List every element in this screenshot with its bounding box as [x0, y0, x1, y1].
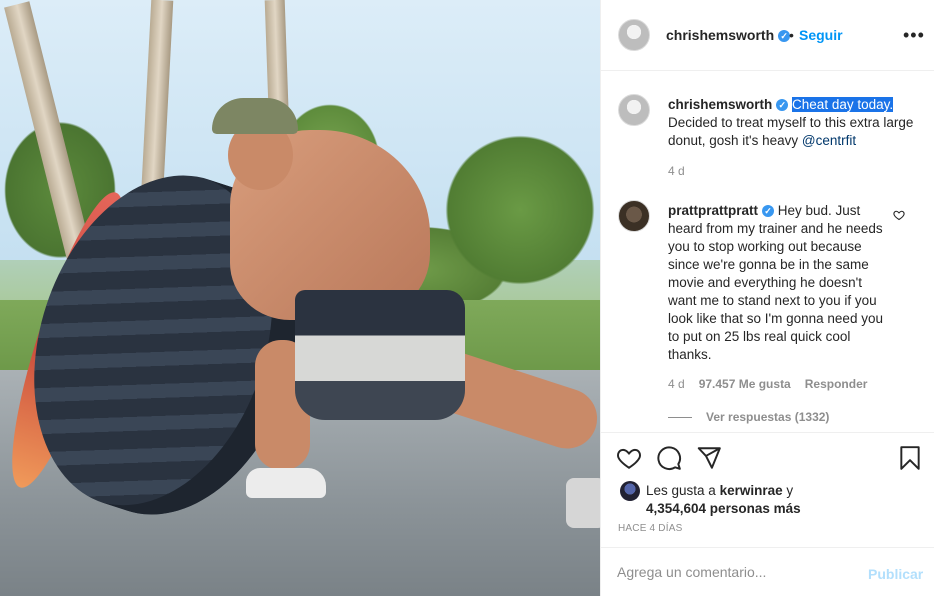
- reply-button[interactable]: Responder: [805, 377, 868, 391]
- comment-text: prattprattpratt ✓ Hey bud. Just heard fro…: [668, 202, 883, 364]
- follow-button[interactable]: Seguir: [799, 27, 843, 43]
- likes-others[interactable]: 4,354,604 personas más: [646, 501, 801, 516]
- author-username-link[interactable]: chrishemsworth ✓: [666, 27, 791, 43]
- caption-mention-link[interactable]: @centrfit: [802, 133, 856, 148]
- comment-meta: 4 d 97.457 Me gusta Responder: [668, 377, 881, 391]
- person-shoe: [566, 478, 600, 528]
- commenter-username[interactable]: prattprattpratt: [668, 203, 758, 218]
- caption-timestamp[interactable]: 4 d: [668, 164, 685, 178]
- verified-icon: ✓: [776, 99, 789, 112]
- post-actions: Les gusta a kerwinrae y 4,354,604 persona…: [601, 432, 934, 547]
- caption-text: chrishemsworth ✓ Cheat day today. Decided…: [668, 96, 918, 150]
- likes-text: Les gusta a kerwinrae y 4,354,604 persona…: [646, 482, 896, 518]
- share-icon[interactable]: [696, 445, 722, 471]
- verified-icon: ✓: [762, 205, 774, 218]
- caption-avatar[interactable]: [618, 94, 650, 126]
- post-panel: chrishemsworth ✓ • Seguir ••• chrishemswo…: [600, 0, 934, 596]
- heart-icon[interactable]: [616, 445, 642, 471]
- comment-timestamp[interactable]: 4 d: [668, 377, 685, 391]
- author-avatar[interactable]: [618, 19, 650, 51]
- post-photo[interactable]: [0, 0, 600, 596]
- post-comment-button[interactable]: Publicar: [868, 566, 923, 582]
- view-replies-label: Ver respuestas (1332): [706, 410, 830, 424]
- replies-line: [668, 417, 692, 419]
- commenter-avatar[interactable]: [618, 200, 650, 232]
- more-icon[interactable]: •••: [903, 25, 925, 46]
- person-shoe: [246, 468, 326, 498]
- author-username: chrishemsworth: [666, 27, 775, 43]
- add-comment-bar: Publicar: [601, 547, 934, 596]
- comment-body: Hey bud. Just heard from my trainer and …: [668, 203, 883, 362]
- likes-prefix: Les gusta a: [646, 483, 720, 498]
- separator-dot: •: [789, 27, 794, 43]
- likes-joiner: y: [782, 483, 794, 498]
- caption-body: Decided to treat myself to this extra la…: [668, 115, 914, 148]
- liker-avatar[interactable]: [620, 481, 640, 501]
- comment-input[interactable]: [617, 561, 847, 583]
- caption-username[interactable]: chrishemsworth: [668, 97, 772, 112]
- post-timestamp[interactable]: HACE 4 DÍAS: [618, 523, 682, 534]
- bookmark-icon[interactable]: [897, 445, 923, 471]
- liker-username[interactable]: kerwinrae: [720, 483, 783, 498]
- comment-icon[interactable]: [656, 445, 682, 471]
- caption-highlight: Cheat day today.: [792, 97, 894, 112]
- person-shorts: [295, 290, 465, 420]
- person-cap: [212, 98, 298, 134]
- view-replies-button[interactable]: Ver respuestas (1332): [668, 410, 829, 424]
- comment-heart-icon[interactable]: [893, 209, 905, 221]
- post-header: chrishemsworth ✓ • Seguir •••: [601, 0, 934, 71]
- comment-likes[interactable]: 97.457 Me gusta: [699, 377, 791, 391]
